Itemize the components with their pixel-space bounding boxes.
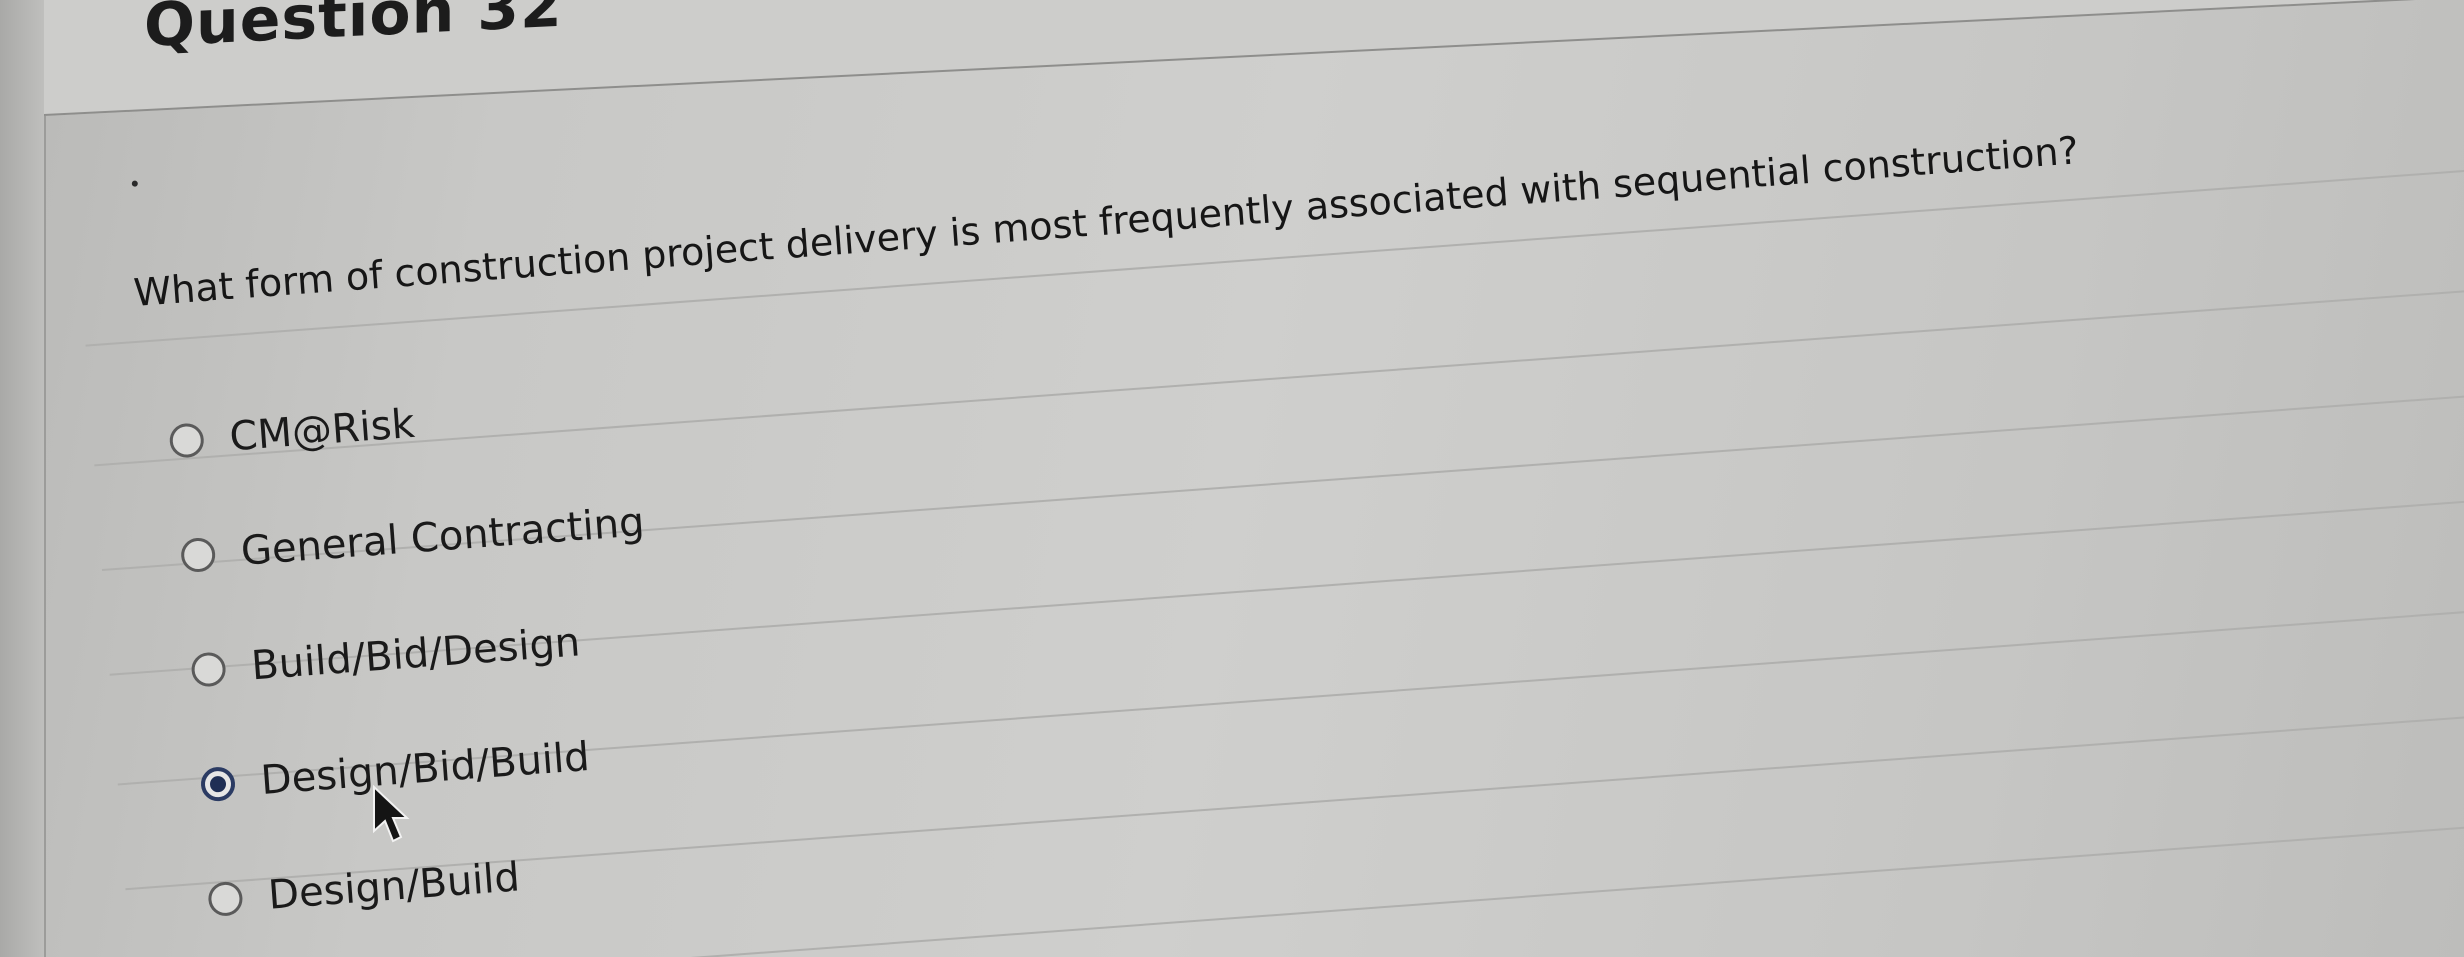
bullet-mark: [131, 180, 139, 187]
radio-button[interactable]: [179, 536, 217, 574]
option-general-contracting[interactable]: General Contracting: [179, 499, 646, 579]
option-label: Design/Bid/Build: [259, 733, 592, 804]
mouse-cursor-icon: [373, 785, 410, 843]
divider: [94, 273, 2464, 467]
option-design-build[interactable]: Design/Build: [207, 854, 522, 923]
option-label: General Contracting: [239, 499, 646, 575]
option-label: Build/Bid/Design: [249, 619, 582, 690]
radio-button[interactable]: [190, 651, 227, 688]
radio-button-selected[interactable]: [199, 765, 237, 803]
quiz-screen: Question 32 What form of construction pr…: [0, 0, 2464, 957]
option-label: Design/Build: [266, 854, 522, 919]
radio-button[interactable]: [168, 422, 205, 459]
option-cm-at-risk[interactable]: CM@Risk: [168, 401, 416, 465]
radio-button[interactable]: [207, 880, 244, 918]
option-label: CM@Risk: [227, 400, 417, 461]
option-build-bid-design[interactable]: Build/Bid/Design: [190, 619, 582, 693]
